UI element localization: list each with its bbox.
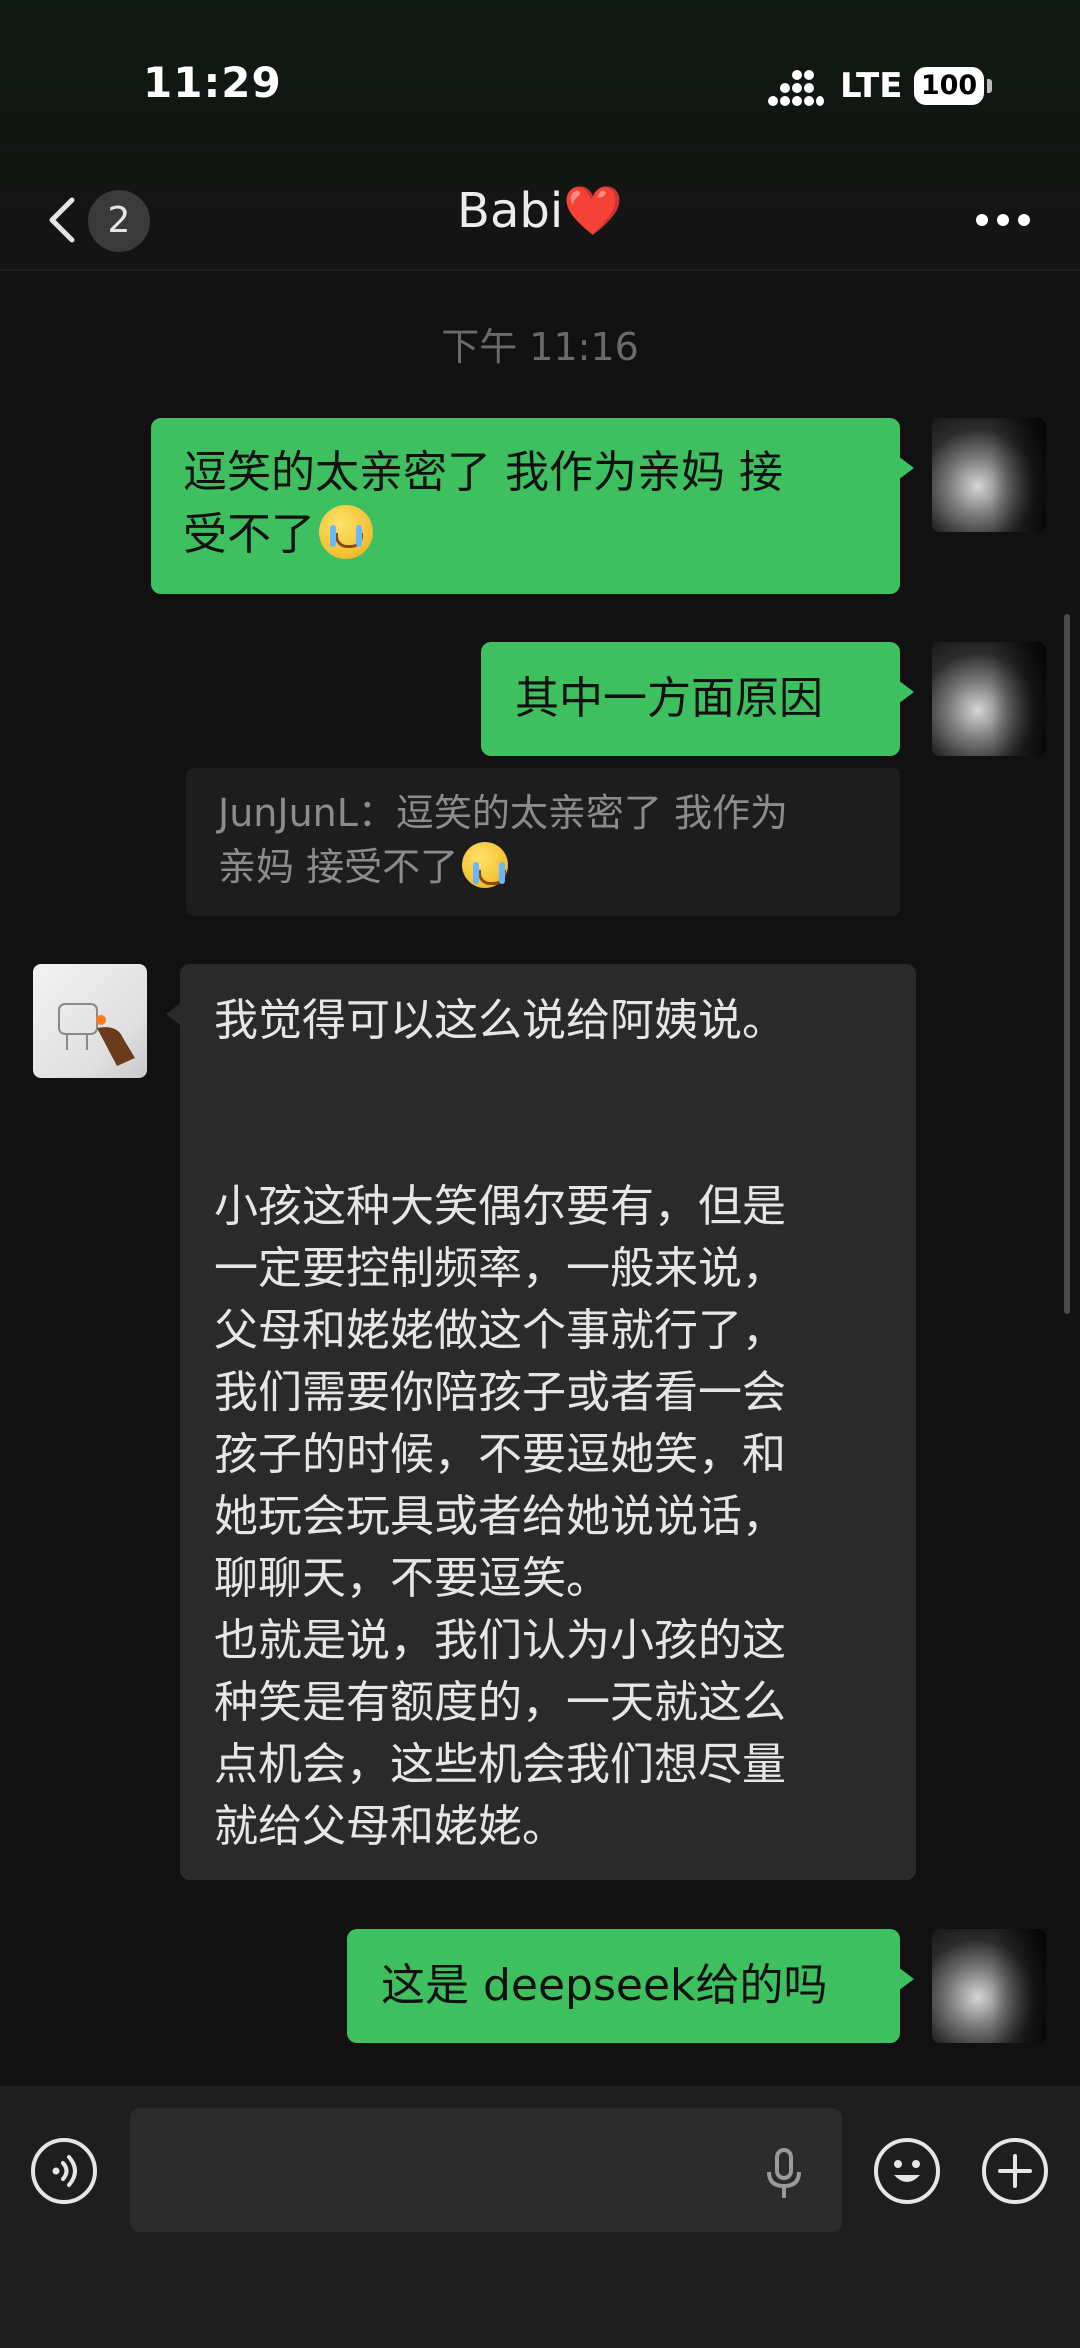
sketch-lighter-icon <box>58 1003 135 1066</box>
microphone-icon[interactable] <box>760 2146 808 2202</box>
status-time: 11:29 <box>143 58 282 107</box>
battery-nub <box>987 79 992 93</box>
status-bar: 11:29 LTE 100 <box>0 0 1080 180</box>
message-input-bar <box>0 2086 1080 2348</box>
chat-scrollbar[interactable] <box>1064 614 1070 1314</box>
message-bubble-peer[interactable]: 我觉得可以这么说给阿姨说。 小孩这种大笑偶尔要有，但是 一定要控制频率，一般来说… <box>166 964 916 1880</box>
self-avatar[interactable] <box>932 418 1046 532</box>
message-text: 这是 deepseek给的吗 <box>381 1960 828 2011</box>
header-divider <box>0 269 1080 271</box>
message-bubble-self[interactable]: 这是 deepseek给的吗 <box>347 1929 914 2043</box>
chat-header: 2 Babi❤️ <box>0 170 1080 270</box>
network-type: LTE <box>840 66 903 106</box>
message-bubble-self[interactable]: 其中一方面原因 <box>481 642 914 756</box>
message-timestamp: 下午 11:16 <box>441 325 639 369</box>
more-horizontal-icon[interactable] <box>968 200 1038 240</box>
peer-avatar[interactable] <box>33 964 147 1078</box>
smiley-icon[interactable] <box>874 2138 940 2204</box>
crying-face-emoji-icon <box>462 842 509 888</box>
message-text: 我觉得可以这么说给阿姨说。 小孩这种大笑偶尔要有，但是 一定要控制频率，一般来说… <box>214 995 786 1852</box>
message-input[interactable] <box>130 2108 842 2232</box>
self-avatar[interactable] <box>932 642 1046 756</box>
cellular-signal-icon <box>768 70 824 110</box>
crying-face-emoji-icon <box>319 505 373 559</box>
battery-icon: 100 <box>914 67 984 105</box>
message-text: 其中一方面原因 <box>515 673 823 724</box>
voice-mode-icon[interactable] <box>31 2138 97 2204</box>
self-avatar[interactable] <box>932 1929 1046 2043</box>
quoted-message[interactable]: JunJunL：逗笑的太亲密了 我作为 亲妈 接受不了 <box>186 768 900 916</box>
unread-count-badge[interactable]: 2 <box>88 190 150 252</box>
message-bubble-self[interactable]: 逗笑的太亲密了 我作为亲妈 接 受不了 <box>151 418 914 594</box>
plus-icon[interactable] <box>982 2138 1048 2204</box>
chevron-left-icon[interactable] <box>38 180 88 260</box>
chat-title[interactable]: Babi❤️ <box>340 182 740 239</box>
message-text: 逗笑的太亲密了 我作为亲妈 接 受不了 <box>183 447 783 560</box>
